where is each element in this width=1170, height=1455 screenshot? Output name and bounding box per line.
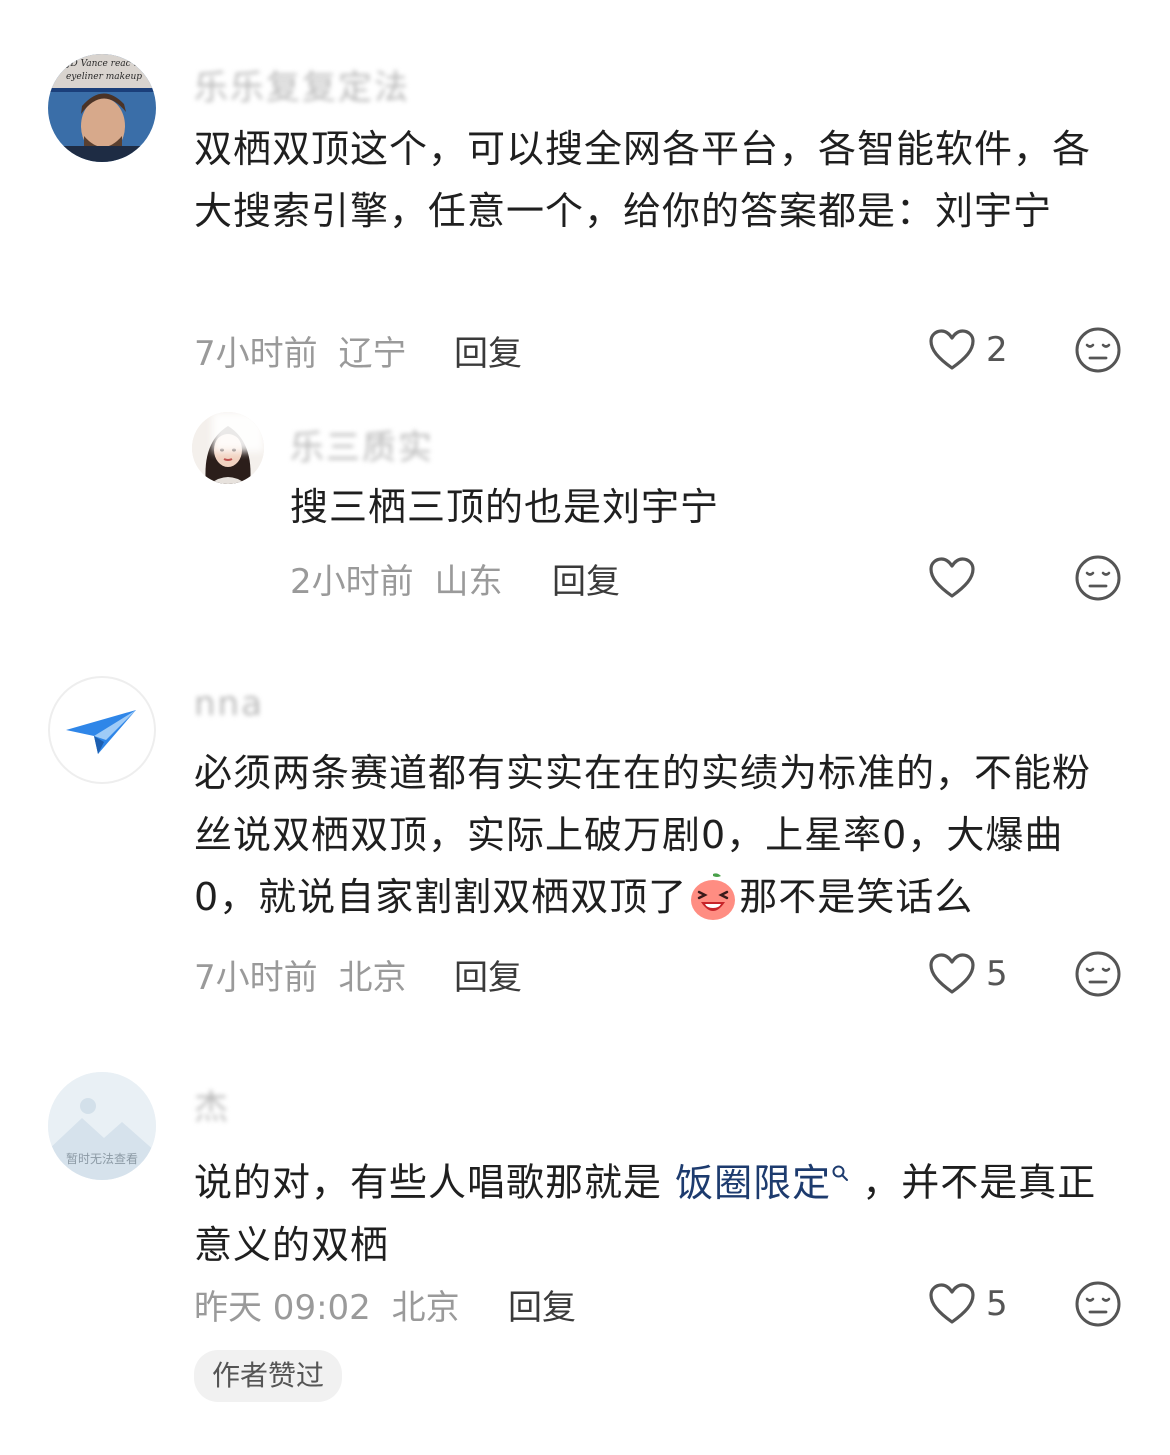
meh-face-icon	[1075, 555, 1121, 601]
reply-button[interactable]: 回复	[454, 326, 522, 375]
comment-time: 7小时前	[194, 334, 318, 374]
comment-text-tail: 那不是笑话么	[739, 875, 974, 919]
avatar[interactable]: 暂时无法查看	[48, 1072, 156, 1180]
like-button[interactable]: 5	[928, 952, 1008, 996]
like-count: 5	[986, 1284, 1008, 1324]
heart-outline-icon	[928, 1282, 976, 1326]
dislike-button[interactable]	[1074, 554, 1122, 602]
avatar[interactable]: s JD Vance reac ear eyeliner makeup	[48, 54, 156, 162]
reply-location: 山东	[434, 562, 503, 602]
topic-link[interactable]: 饭圈限定	[675, 1161, 849, 1205]
reply-text: 搜三栖三顶的也是刘宇宁	[290, 485, 720, 529]
like-button[interactable]	[928, 556, 976, 600]
like-button[interactable]: 2	[928, 328, 1008, 372]
comment-text: 必须两条赛道都有实实在在的实绩为标准的，不能粉丝说双栖双顶，实际上破万剧0，上星…	[194, 742, 1124, 928]
topic-link-text: 饭圈限定	[675, 1160, 832, 1205]
meh-face-icon	[1075, 1281, 1121, 1327]
comment-location: 北京	[391, 1288, 460, 1328]
dislike-button[interactable]	[1074, 326, 1122, 374]
like-button[interactable]: 5	[928, 1282, 1008, 1326]
heart-outline-icon	[928, 952, 976, 996]
meh-face-icon	[1075, 327, 1121, 373]
search-icon	[831, 1138, 849, 1200]
heart-outline-icon	[929, 557, 975, 598]
author-liked-badge: 作者赞过	[194, 1350, 343, 1402]
laughing-peach-emoji	[687, 870, 739, 922]
comment-time: 7小时前	[194, 958, 318, 998]
dislike-button[interactable]	[1074, 950, 1122, 998]
like-count: 2	[986, 330, 1008, 370]
comment-text-main: 说的对，有些人唱歌那就是	[194, 1160, 676, 1205]
username[interactable]: 乐三质实	[290, 420, 434, 469]
comment-location: 北京	[338, 958, 407, 998]
username[interactable]: 乐乐复复定法	[194, 60, 410, 109]
dislike-button[interactable]	[1074, 1280, 1122, 1328]
comment-meta: 7小时前 北京	[194, 950, 406, 999]
comment-time: 昨天 09:02	[194, 1288, 371, 1328]
reply-button[interactable]: 回复	[552, 554, 620, 603]
reply-button[interactable]: 回复	[454, 950, 522, 999]
avatar[interactable]	[48, 676, 156, 784]
comment-location: 辽宁	[338, 334, 407, 374]
reply-time: 2小时前	[290, 562, 414, 602]
meh-face-icon	[1075, 951, 1121, 997]
avatar-caption: 暂时无法查看	[65, 1152, 138, 1166]
comment-meta: 昨天 09:02 北京	[194, 1280, 460, 1329]
username[interactable]: 杰	[194, 1080, 230, 1129]
reply-button[interactable]: 回复	[508, 1280, 576, 1329]
comment-text: 双栖双顶这个，可以搜全网各平台，各智能软件，各大搜索引擎，任意一个，给你的答案都…	[194, 127, 1092, 233]
like-count: 5	[986, 954, 1008, 994]
avatar-caption: s JD Vance reac ear eyeliner makeup	[59, 59, 149, 82]
heart-outline-icon	[928, 328, 976, 372]
paper-plane-icon	[66, 710, 136, 754]
comment-text: 说的对，有些人唱歌那就是 饭圈限定 ，并不是真正意义的双栖	[194, 1138, 1124, 1276]
reply-meta: 2小时前 山东	[290, 554, 502, 603]
comment-meta: 7小时前 辽宁	[194, 326, 406, 375]
username[interactable]: nna	[194, 684, 264, 724]
avatar[interactable]	[192, 412, 264, 484]
